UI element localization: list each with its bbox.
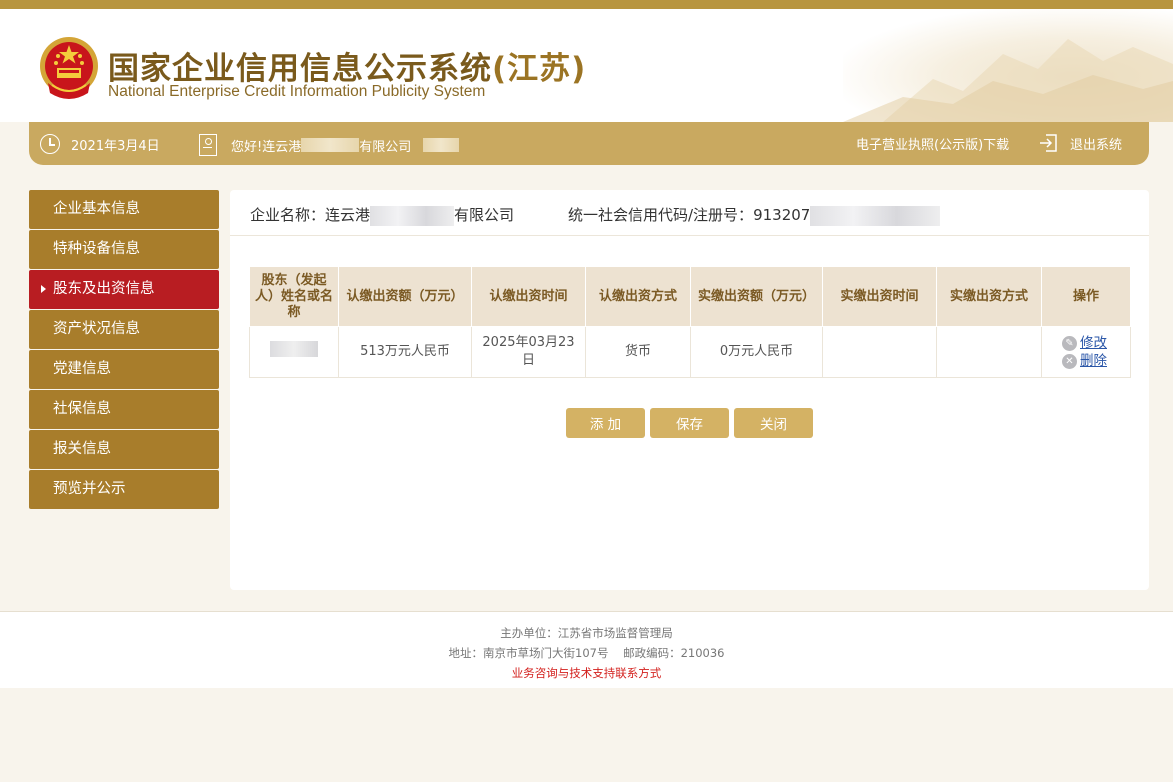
- action-buttons: 添 加 保存 关闭: [566, 408, 818, 438]
- site-title: 国家企业信用信息公示系统(江苏): [108, 43, 586, 88]
- sidebar-item-label: 社保信息: [53, 401, 111, 417]
- license-download-text: 电子营业执照(公示版)下载: [856, 138, 1010, 153]
- col-subscribed-amount: 认缴出资额（万元）: [338, 266, 472, 327]
- company-name: 企业名称：连云港 有限公司: [250, 204, 514, 226]
- sidebar-item-label: 预览并公示: [53, 481, 126, 497]
- sidebar-item-party-building[interactable]: 党建信息: [29, 350, 219, 389]
- company-name-label: 企业名称：: [250, 206, 326, 224]
- company-info: 企业名称：连云港 有限公司 统一社会信用代码/注册号：913207: [230, 190, 1149, 236]
- add-button[interactable]: 添 加: [566, 408, 645, 438]
- site-header: 国家企业信用信息公示系统(江苏) National Enterprise Cre…: [0, 9, 1173, 122]
- province-label: (江苏): [492, 51, 587, 87]
- sidebar-item-label: 资产状况信息: [53, 321, 140, 337]
- redacted-mask: [423, 138, 460, 152]
- redacted-mask: [370, 205, 455, 226]
- sidebar-item-basic-info[interactable]: 企业基本信息: [29, 190, 219, 229]
- credit-code-label: 统一社会信用代码/注册号：: [568, 206, 754, 224]
- cell-operations: ✎ 修改 ✕ 删除: [1041, 326, 1131, 378]
- sidebar-item-assets[interactable]: 资产状况信息: [29, 310, 219, 349]
- clock-icon: [40, 134, 60, 154]
- company-name-prefix: 连云港: [325, 206, 371, 224]
- col-subscribed-date: 认缴出资时间: [471, 266, 586, 327]
- delete-icon: ✕: [1062, 353, 1077, 369]
- license-download-link[interactable]: 电子营业执照(公示版)下载: [856, 134, 1009, 153]
- cell-shareholder-name: [249, 326, 339, 378]
- cell-subscribed-amount: 513万元人民币: [338, 326, 472, 378]
- redacted-mask: [270, 341, 318, 357]
- col-operations: 操作: [1041, 266, 1131, 327]
- cell-paid-amount: 0万元人民币: [690, 326, 823, 378]
- greeting-prefix: 您好!连云港: [231, 139, 302, 155]
- redacted-mask: [301, 138, 360, 152]
- sidebar-item-label: 党建信息: [53, 361, 111, 377]
- delete-link[interactable]: 删除: [1080, 352, 1107, 370]
- sidebar-item-label: 报关信息: [53, 441, 111, 457]
- table-row: 513万元人民币 2025年03月23日 货币 0万元人民币 ✎ 修改 ✕ 删除: [249, 326, 1131, 378]
- footer-host: 主办单位：江苏省市场监督管理局: [500, 626, 673, 640]
- edit-icon: ✎: [1062, 335, 1077, 351]
- logout-text: 退出系统: [1070, 137, 1123, 153]
- cell-subscribed-method: 货币: [585, 326, 691, 378]
- arrow-right-icon: [41, 285, 46, 293]
- redacted-mask: [810, 205, 941, 226]
- site-title-text: 国家企业信用信息公示系统: [108, 51, 492, 87]
- sidebar: 企业基本信息 特种设备信息 股东及出资信息 资产状况信息 党建信息 社保信息 报…: [29, 190, 219, 510]
- logout-icon: [1040, 134, 1057, 152]
- cell-paid-method: [936, 326, 1042, 378]
- cell-paid-date: [822, 326, 937, 378]
- national-emblem-icon: [38, 35, 100, 101]
- table-header-row: 股东（发起人）姓名或名称 认缴出资额（万元） 认缴出资时间 认缴出资方式 实缴出…: [249, 266, 1131, 327]
- col-subscribed-method: 认缴出资方式: [585, 266, 691, 327]
- greeting-suffix: 有限公司: [359, 139, 412, 155]
- sidebar-item-label: 股东及出资信息: [53, 281, 155, 297]
- cell-subscribed-date: 2025年03月23日: [471, 326, 586, 378]
- credit-code-prefix: 913207: [753, 206, 811, 224]
- main-panel: 企业名称：连云港 有限公司 统一社会信用代码/注册号：913207 股东（发起人）…: [230, 190, 1149, 590]
- col-paid-amount: 实缴出资额（万元）: [690, 266, 823, 327]
- credit-code: 统一社会信用代码/注册号：913207: [568, 204, 941, 226]
- footer-address: 地址：南京市草场门大街107号 邮政编码：210036: [448, 646, 725, 660]
- sidebar-item-shareholders[interactable]: 股东及出资信息: [29, 270, 219, 309]
- date-display: 2021年3月4日: [40, 134, 160, 154]
- sidebar-item-social-security[interactable]: 社保信息: [29, 390, 219, 429]
- logout-button[interactable]: 退出系统: [1038, 133, 1122, 153]
- sidebar-item-customs[interactable]: 报关信息: [29, 430, 219, 469]
- col-paid-date: 实缴出资时间: [822, 266, 937, 327]
- sidebar-item-label: 特种设备信息: [53, 241, 140, 257]
- sidebar-item-label: 企业基本信息: [53, 201, 140, 217]
- mountain-decoration: [843, 9, 1173, 122]
- footer-contact-link[interactable]: 业务咨询与技术支持联系方式: [0, 663, 1173, 683]
- save-button[interactable]: 保存: [650, 408, 729, 438]
- close-button[interactable]: 关闭: [734, 408, 813, 438]
- site-subtitle: National Enterprise Credit Information P…: [108, 83, 486, 100]
- col-paid-method: 实缴出资方式: [936, 266, 1042, 327]
- col-shareholder-name: 股东（发起人）姓名或名称: [249, 266, 339, 327]
- site-footer: 主办单位：江苏省市场监督管理局 地址：南京市草场门大街107号 邮政编码：210…: [0, 611, 1173, 688]
- sidebar-item-preview-publish[interactable]: 预览并公示: [29, 470, 219, 509]
- sidebar-item-special-equipment[interactable]: 特种设备信息: [29, 230, 219, 269]
- top-strip: [0, 0, 1173, 9]
- edit-link[interactable]: 修改: [1080, 334, 1107, 352]
- company-name-suffix: 有限公司: [454, 206, 515, 224]
- shareholder-table: 股东（发起人）姓名或名称 认缴出资额（万元） 认缴出资时间 认缴出资方式 实缴出…: [249, 266, 1131, 378]
- date-text: 2021年3月4日: [71, 138, 160, 154]
- user-icon: [199, 134, 217, 156]
- user-greeting: 您好!连云港 有限公司: [199, 134, 460, 156]
- user-bar: 2021年3月4日 您好!连云港 有限公司 电子营业执照(公示版)下载 退出系统: [29, 122, 1149, 165]
